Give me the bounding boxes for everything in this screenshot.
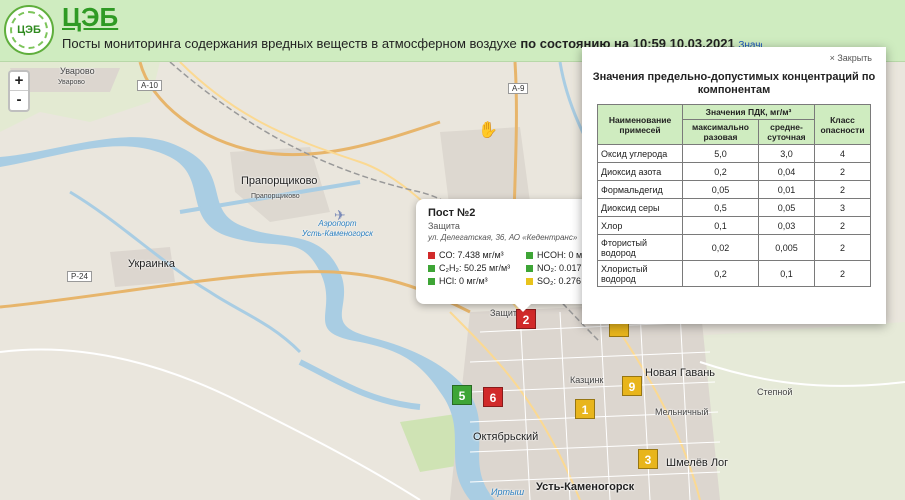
status-red-icon: [428, 251, 435, 259]
table-cell-name: Хлористый водород: [597, 260, 683, 287]
panel-title: Значения предельно-допустимых концентрац…: [592, 71, 876, 96]
reading-label: HCl: 0 мг/м³: [439, 276, 488, 286]
marker-post-6[interactable]: 6: [483, 387, 503, 407]
map-label-novaya-gavan: Новая Гавань: [645, 367, 716, 379]
popup-address: ул. Делегатская, 36, АО «Кедентранс»: [428, 233, 578, 242]
map-label-praporshchikovo: Прапорщиково: [241, 175, 318, 187]
table-cell-max: 5,0: [682, 144, 759, 163]
pdk-table: Наименование примесей Значения ПДК, мг/м…: [597, 104, 871, 287]
table-row: Фтористый водород 0,02 0,005 2: [597, 234, 871, 261]
marker-post-5[interactable]: 5: [452, 385, 472, 405]
table-cell-max: 0,02: [682, 234, 759, 261]
map-label-ukrainka: Украинка: [128, 258, 175, 270]
table-cell-cls: 3: [814, 198, 871, 217]
table-cell-name: Формальдегид: [597, 180, 683, 199]
marker-post-9[interactable]: 9: [622, 376, 642, 396]
map-label-irtysh: Иртыш: [491, 487, 525, 497]
table-cell-max: 0,2: [682, 260, 759, 287]
map-label-ust-kamenogorsk: Усть-Каменогорск: [536, 481, 635, 493]
map-label-oktyabrsky: Октябрьский: [473, 431, 539, 443]
post-popup: Пост №2 Защита ул. Делегатская, 36, АО «…: [416, 199, 594, 304]
airport-icon: ✈: [334, 207, 346, 223]
status-green-icon: [428, 277, 435, 285]
table-cell-cls: 2: [814, 162, 871, 181]
col-avg: средне-суточная: [757, 119, 816, 145]
table-cell-name: Диоксид серы: [597, 198, 683, 217]
popup-readings: CO: 7.438 мг/м³ HCOH: 0 мг/м³ C₂H₂: 50.2…: [428, 250, 594, 286]
marker-post-1[interactable]: 1: [575, 399, 595, 419]
popup-subtitle: Защита: [428, 221, 460, 231]
popup-title: Пост №2: [428, 207, 476, 219]
map-label-uvarovo: Уварово: [60, 66, 95, 76]
zoom-control: + -: [8, 70, 30, 112]
table-cell-cls: 4: [814, 144, 871, 163]
table-cell-name: Диоксид азота: [597, 162, 683, 181]
table-cell-avg: 0,05: [757, 198, 816, 217]
status-green-icon: [526, 251, 533, 259]
table-row: Формальдегид 0,05 0,01 2: [597, 180, 871, 199]
table-row: Хлор 0,1 0,03 2: [597, 216, 871, 235]
reading-label: CO: 7.438 мг/м³: [439, 250, 504, 260]
status-green-icon: [428, 264, 435, 272]
table-cell-avg: 0,03: [757, 216, 816, 235]
close-button[interactable]: × Закрыть: [830, 53, 872, 63]
road-a10-label: А-10: [137, 80, 162, 91]
reading-hcl: HCl: 0 мг/м³: [428, 276, 526, 286]
table-cell-max: 0,5: [682, 198, 759, 217]
logo-text: ЦЭБ: [10, 11, 48, 49]
reading-c2h2: C₂H₂: 50.25 мг/м³: [428, 263, 526, 273]
table-cell-max: 0,05: [682, 180, 759, 199]
map-label-kazchik: Казцинк: [570, 375, 604, 385]
marker-post-3[interactable]: 3: [638, 449, 658, 469]
reading-co: CO: 7.438 мг/м³: [428, 250, 526, 260]
table-row: Хлористый водород 0,2 0,1 2: [597, 260, 871, 287]
col-pdk: Значения ПДК, мг/м³: [682, 104, 815, 120]
table-cell-avg: 0,01: [757, 180, 816, 199]
table-cell-avg: 0,04: [757, 162, 816, 181]
map-label-stepnoy: Степной: [757, 387, 793, 397]
status-green-icon: [526, 264, 533, 272]
map-label-shmelev-log: Шмелёв Лог: [666, 457, 729, 469]
zoom-in-button[interactable]: +: [10, 72, 28, 91]
table-cell-name: Хлор: [597, 216, 683, 235]
map-label-uvarovo-small: Уварово: [58, 79, 85, 86]
table-cell-avg: 0,1: [757, 260, 816, 287]
road-a9-label: А-9: [508, 83, 529, 94]
map-label-melnichny: Мельничный: [655, 407, 709, 417]
table-cell-avg: 3,0: [757, 144, 816, 163]
reading-label: C₂H₂: 50.25 мг/м³: [439, 263, 511, 273]
logo[interactable]: ЦЭБ: [4, 5, 54, 55]
popup-tip: [515, 304, 531, 312]
marker-post-2[interactable]: 2: [516, 309, 536, 329]
zoom-out-button[interactable]: -: [10, 91, 28, 110]
map-label-praporshchikovo-small: Прапорщиково: [251, 193, 300, 200]
table-cell-name: Фтористый водород: [597, 234, 683, 261]
table-row: Диоксид азота 0,2 0,04 2: [597, 162, 871, 181]
col-class: Класс опасности: [814, 104, 871, 145]
road-p24-label: Р-24: [67, 271, 92, 282]
table-cell-cls: 2: [814, 180, 871, 199]
pdk-panel: × Закрыть Значения предельно-допустимых …: [582, 47, 886, 324]
table-cell-cls: 2: [814, 216, 871, 235]
table-row: Диоксид серы 0,5 0,05 3: [597, 198, 871, 217]
table-cell-avg: 0,005: [757, 234, 816, 261]
hand-cursor-icon: ✋: [478, 122, 498, 139]
subtitle-text: Посты мониторинга содержания вредных вещ…: [62, 36, 517, 51]
table-cell-name: Оксид углерода: [597, 144, 683, 163]
status-yellow-icon: [526, 277, 533, 285]
table-cell-max: 0,2: [682, 162, 759, 181]
table-row: Оксид углерода 5,0 3,0 4: [597, 144, 871, 163]
col-name: Наименование примесей: [597, 104, 683, 145]
table-cell-cls: 2: [814, 260, 871, 287]
table-cell-cls: 2: [814, 234, 871, 261]
brand-link[interactable]: ЦЭБ: [62, 2, 118, 33]
table-cell-max: 0,1: [682, 216, 759, 235]
col-max: максимально разовая: [682, 119, 759, 145]
